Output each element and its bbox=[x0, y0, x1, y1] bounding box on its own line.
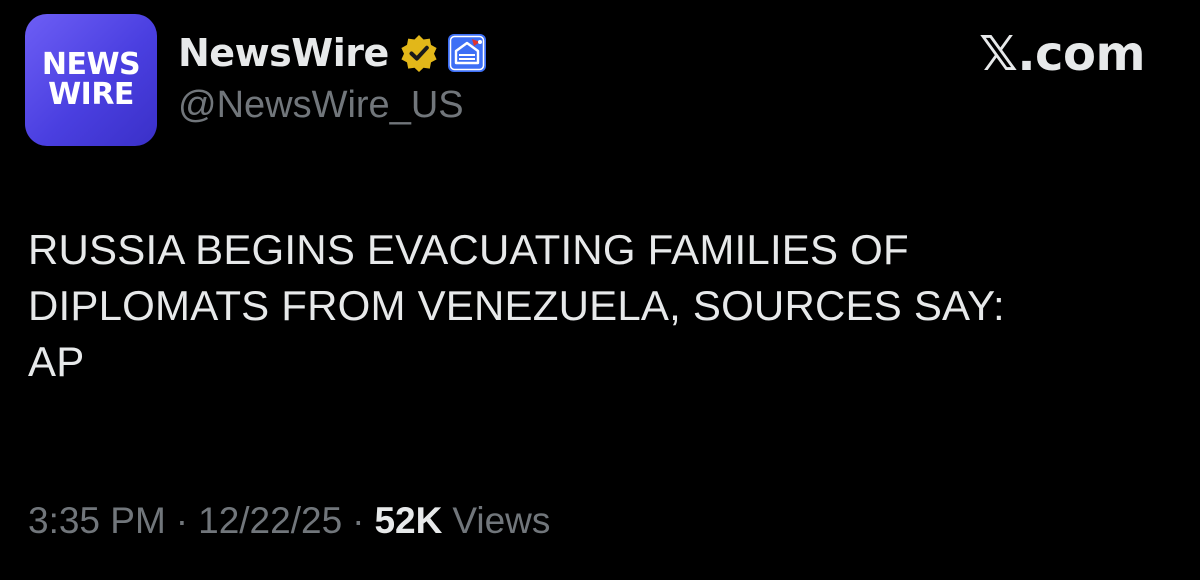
separator-dot: · bbox=[175, 500, 189, 541]
tweet-card: NEWS WIRE NewsWire @NewsWire_US 𝕏.com RU… bbox=[0, 0, 1200, 580]
tweet-meta: 3:35 PM · 12/22/25 · 52K Views bbox=[28, 500, 550, 542]
tweet-date[interactable]: 12/22/25 bbox=[198, 500, 342, 542]
avatar-text-line1: NEWS bbox=[41, 47, 141, 82]
avatar[interactable]: NEWS WIRE bbox=[25, 14, 157, 146]
separator-dot: · bbox=[352, 500, 365, 541]
views-count[interactable]: 52K bbox=[374, 500, 442, 542]
x-com-watermark: 𝕏.com bbox=[979, 26, 1145, 82]
views-label: Views bbox=[452, 500, 551, 541]
avatar-text-line2: WIRE bbox=[48, 77, 134, 112]
tweet-time[interactable]: 3:35 PM bbox=[28, 500, 166, 542]
display-name-row: NewsWire bbox=[178, 28, 487, 78]
affiliate-badge-icon[interactable] bbox=[447, 33, 487, 73]
display-name[interactable]: NewsWire bbox=[178, 31, 389, 75]
account-handle[interactable]: @NewsWire_US bbox=[178, 84, 464, 127]
verified-badge-icon[interactable] bbox=[399, 33, 439, 73]
tweet-text: RUSSIA BEGINS EVACUATING FAMILIES OF DIP… bbox=[28, 226, 1005, 385]
